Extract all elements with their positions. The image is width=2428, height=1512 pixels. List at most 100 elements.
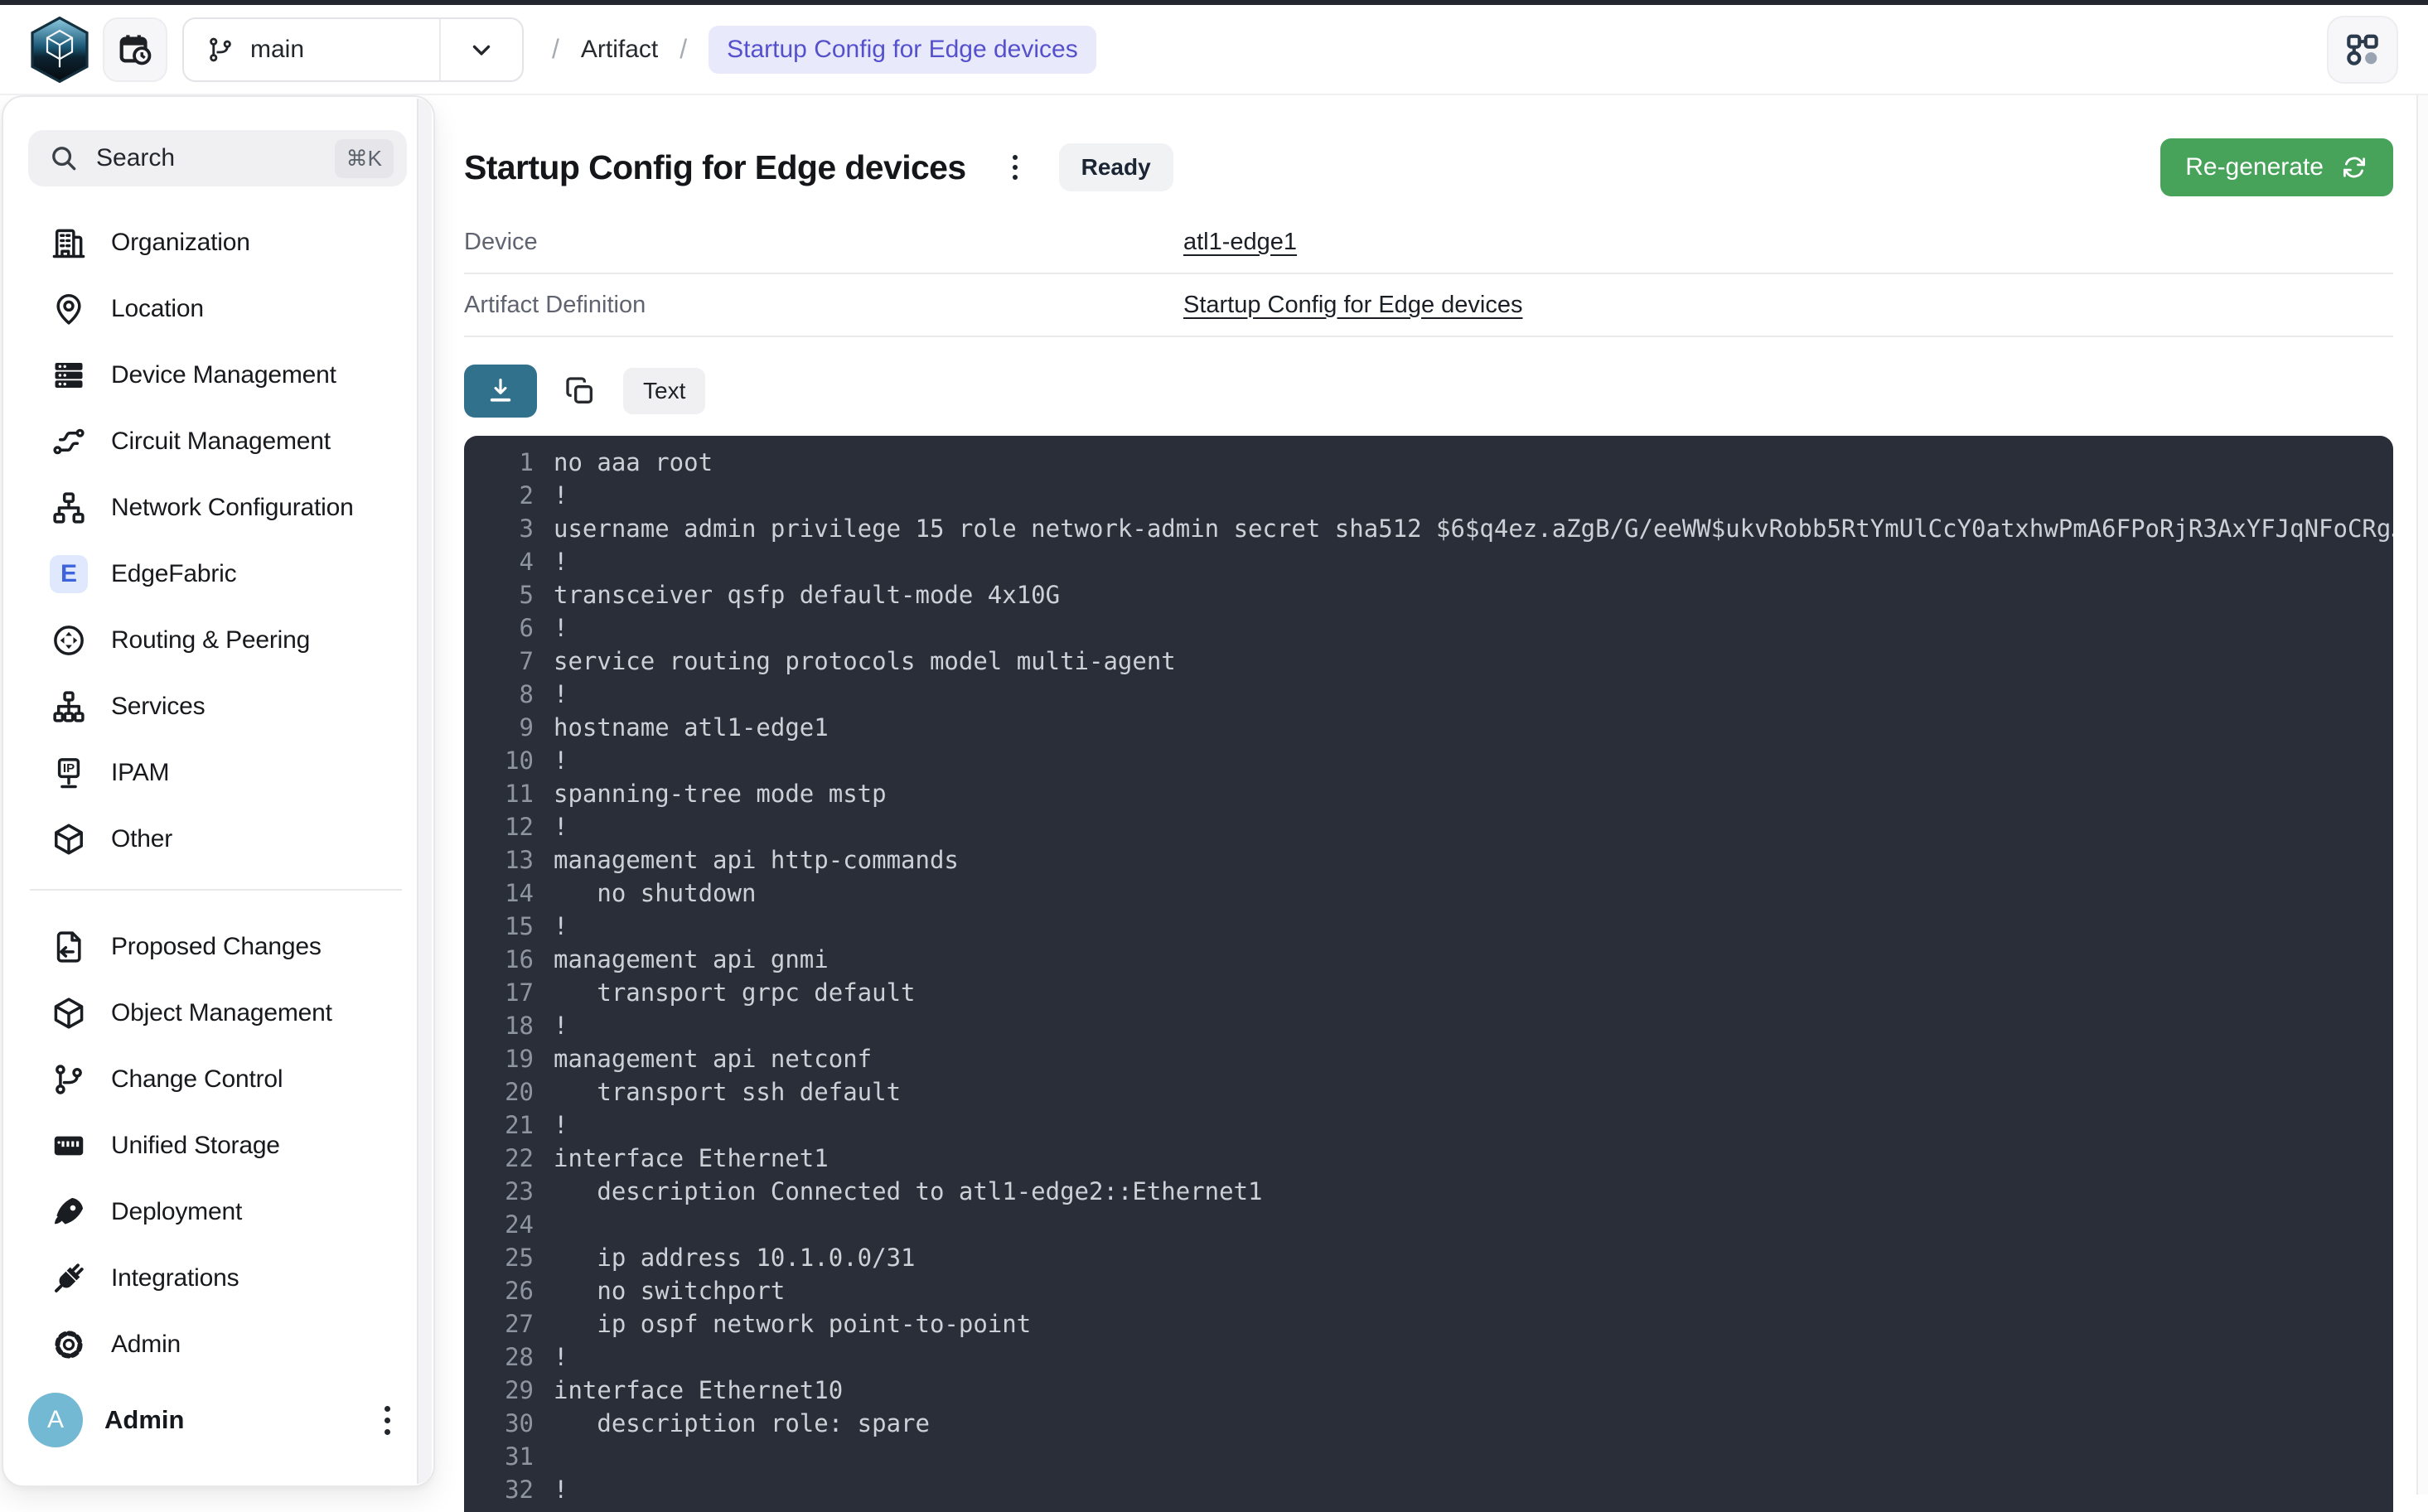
sidebar-item-label: Circuit Management xyxy=(111,428,331,456)
sidebar-item-label: Organization xyxy=(111,229,250,257)
breadcrumb-current[interactable]: Startup Config for Edge devices xyxy=(709,26,1096,74)
sidebar-item-label: Object Management xyxy=(111,999,332,1027)
copy-button[interactable] xyxy=(563,374,597,408)
tree-icon xyxy=(50,688,88,726)
branch-dropdown-toggle[interactable] xyxy=(439,19,522,80)
field-row-artifact-definition: Artifact DefinitionStartup Config for Ed… xyxy=(464,274,2393,337)
format-toggle-text[interactable]: Text xyxy=(623,368,705,414)
sidebar-item-device-management[interactable]: Device Management xyxy=(28,342,407,408)
code-line-number: 13 xyxy=(464,843,534,877)
code-line: 13management api http-commands xyxy=(464,843,2393,877)
breadcrumb-section[interactable]: Artifact xyxy=(581,36,658,64)
calendar-clock-icon xyxy=(116,31,154,69)
cube-icon xyxy=(50,994,88,1032)
title-options-button[interactable] xyxy=(1006,148,1024,186)
code-line-text: ! xyxy=(554,910,568,943)
code-line-number: 5 xyxy=(464,578,534,611)
sidebar-item-label: Integrations xyxy=(111,1264,239,1292)
edgefabric-tile-icon: E xyxy=(50,555,88,593)
code-line-text: management api netconf xyxy=(554,1042,872,1075)
code-line: 5transceiver qsfp default-mode 4x10G xyxy=(464,578,2393,611)
storage-icon xyxy=(50,1127,88,1165)
sidebar-nav-secondary: Proposed Changes Object Management Change … xyxy=(28,914,407,1378)
regenerate-button[interactable]: Re-generate xyxy=(2160,138,2393,196)
sidebar-scrollbar[interactable] xyxy=(417,99,432,1484)
user-menu[interactable]: A Admin xyxy=(28,1391,399,1449)
sidebar-item-services[interactable]: Services xyxy=(28,674,407,740)
code-line-number: 30 xyxy=(464,1407,534,1440)
code-toolbar: Text xyxy=(464,365,2393,418)
file-diff-icon xyxy=(50,928,88,966)
app-logo-icon[interactable] xyxy=(30,17,89,83)
code-line-number: 15 xyxy=(464,910,534,943)
sidebar-nav-primary: Organization LocationDevice Management Cir… xyxy=(28,210,407,872)
schema-visualizer-button[interactable] xyxy=(2327,16,2398,84)
sidebar-item-admin[interactable]: Admin xyxy=(28,1312,407,1378)
code-line-text: ! xyxy=(554,545,568,578)
code-line-text: ! xyxy=(554,1109,568,1142)
circuit-icon xyxy=(50,423,88,461)
sidebar-item-label: Change Control xyxy=(111,1065,283,1094)
sidebar-item-label: EdgeFabric xyxy=(111,560,236,588)
breadcrumb-separator: / xyxy=(552,34,559,65)
time-travel-button[interactable] xyxy=(103,17,167,82)
code-line-number: 17 xyxy=(464,976,534,1009)
sidebar-item-edgefabric[interactable]: E EdgeFabric xyxy=(28,541,407,607)
download-button[interactable] xyxy=(464,365,537,418)
code-line-number: 31 xyxy=(464,1440,534,1473)
field-rows: Deviceatl1-edge1Artifact DefinitionStart… xyxy=(464,211,2393,337)
code-line-text: spanning-tree mode mstp xyxy=(554,777,887,810)
gear-icon xyxy=(50,1326,88,1364)
code-line-text: description role: spare xyxy=(554,1407,930,1440)
code-line: 30 description role: spare xyxy=(464,1407,2393,1440)
avatar: A xyxy=(28,1393,83,1447)
code-line: 29interface Ethernet10 xyxy=(464,1374,2393,1407)
sidebar-item-routing-peering[interactable]: Routing & Peering xyxy=(28,607,407,674)
page-scrollbar[interactable] xyxy=(2416,5,2428,1495)
hierarchy-icon xyxy=(50,489,88,527)
sidebar-item-unified-storage[interactable]: Unified Storage xyxy=(28,1113,407,1179)
code-line-number: 16 xyxy=(464,943,534,976)
sidebar-item-circuit-management[interactable]: Circuit Management xyxy=(28,408,407,475)
code-line: 23 description Connected to atl1-edge2::… xyxy=(464,1175,2393,1208)
code-line: 7service routing protocols model multi-a… xyxy=(464,645,2393,678)
code-line: 17 transport grpc default xyxy=(464,976,2393,1009)
code-line-number: 1 xyxy=(464,446,534,479)
sidebar-item-location[interactable]: Location xyxy=(28,276,407,342)
copy-icon xyxy=(563,374,597,408)
code-line-number: 2 xyxy=(464,479,534,512)
code-line-text: no switchport xyxy=(554,1274,785,1307)
code-line: 12! xyxy=(464,810,2393,843)
code-line-number: 14 xyxy=(464,877,534,910)
user-options-button[interactable] xyxy=(376,1398,399,1443)
field-value-link[interactable]: Startup Config for Edge devices xyxy=(1183,292,1522,319)
sidebar-item-object-management[interactable]: Object Management xyxy=(28,980,407,1046)
code-line: 14 no shutdown xyxy=(464,877,2393,910)
code-line-number: 11 xyxy=(464,777,534,810)
code-line-number: 7 xyxy=(464,645,534,678)
field-value-link[interactable]: atl1-edge1 xyxy=(1183,229,1297,256)
code-line-text: ip address 10.1.0.0/31 xyxy=(554,1241,916,1274)
branch-name: main xyxy=(250,36,304,64)
search-input[interactable]: Search ⌘K xyxy=(28,130,407,186)
code-line-number: 18 xyxy=(464,1009,534,1042)
code-line-number: 24 xyxy=(464,1208,534,1241)
sidebar-item-change-control[interactable]: Change Control xyxy=(28,1046,407,1113)
code-line: 18! xyxy=(464,1009,2393,1042)
branch-selector[interactable]: main xyxy=(182,17,524,82)
sidebar-item-other[interactable]: Other xyxy=(28,806,407,872)
code-line-text: transport grpc default xyxy=(554,976,916,1009)
building-icon xyxy=(50,224,88,262)
artifact-code-block[interactable]: 1no aaa root2!3username admin privilege … xyxy=(464,436,2393,1512)
code-line-number: 4 xyxy=(464,545,534,578)
ip-sign-icon: IP xyxy=(50,754,88,792)
sidebar-item-network-configuration[interactable]: Network Configuration xyxy=(28,475,407,541)
sidebar-item-integrations[interactable]: Integrations xyxy=(28,1245,407,1312)
breadcrumb-separator: / xyxy=(680,34,687,65)
sidebar-item-proposed-changes[interactable]: Proposed Changes xyxy=(28,914,407,980)
sidebar-item-label: Unified Storage xyxy=(111,1132,280,1160)
code-line-text: ip ospf network point-to-point xyxy=(554,1307,1031,1341)
sidebar-item-deployment[interactable]: Deployment xyxy=(28,1179,407,1245)
sidebar-item-ipam[interactable]: IPIPAM xyxy=(28,740,407,806)
sidebar-item-organization[interactable]: Organization xyxy=(28,210,407,276)
